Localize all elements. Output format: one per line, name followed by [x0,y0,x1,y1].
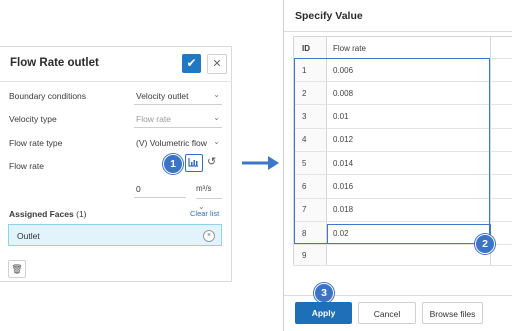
specify-value-dialog: Specify Value ID Flow rate 1 0.006 2 0.0… [283,0,512,331]
boundary-conditions-select[interactable]: Velocity outlet ⌄ [136,90,220,101]
flow-rate-type-label: Flow rate type [9,138,63,148]
boundary-condition-panel: Flow Rate outlet ✔ ✕ Boundary conditions… [0,46,232,282]
grid-line [293,265,512,266]
select-underline [134,127,222,128]
trash-icon: 🗑 [11,264,23,274]
flow-rate-label: Flow rate [9,161,44,171]
reset-icon[interactable]: ↺ [207,155,216,168]
velocity-type-value: Flow rate [136,114,171,124]
column-header-id: ID [302,44,310,53]
assigned-faces-count: (1) [76,209,87,219]
clear-list-link[interactable]: Clear list [190,209,219,218]
callout-3: 3 [314,283,334,303]
callout-2: 2 [475,234,495,254]
chevron-down-icon: ⌄ [213,90,220,99]
table-value-button[interactable] [185,154,203,172]
panel-divider [0,81,232,82]
remove-face-icon[interactable]: × [203,230,215,242]
table-icon [188,158,198,167]
select-underline [134,104,222,105]
velocity-type-select[interactable]: Flow rate ⌄ [136,113,220,124]
velocity-type-label: Velocity type [9,114,57,124]
boundary-conditions-value: Velocity outlet [136,91,189,101]
delete-button[interactable]: 🗑 [8,260,26,278]
check-icon: ✔ [186,56,197,70]
cancel-button[interactable]: Cancel [358,302,416,324]
assigned-face-item[interactable]: Outlet × [8,224,222,246]
flow-rate-type-select[interactable]: (V) Volumetric flow ⌄ [136,137,220,148]
flow-rate-unit-select[interactable]: m³/s ⌄ [196,180,222,211]
chevron-down-icon: ⌄ [213,137,220,146]
flow-rate-type-value: (V) Volumetric flow [136,138,207,148]
close-icon: ✕ [212,58,222,70]
apply-button[interactable]: Apply [295,302,352,324]
column-header-flow-rate: Flow rate [333,44,366,53]
chevron-down-icon: ⌄ [213,113,220,122]
value-table: ID Flow rate 1 0.006 2 0.008 3 0.01 4 0.… [293,36,512,266]
dialog-divider [284,31,512,32]
confirm-button[interactable]: ✔ [182,54,201,73]
callout-1: 1 [163,154,183,174]
assigned-face-label: Outlet [17,231,40,241]
selection-outline [294,58,490,244]
close-button[interactable]: ✕ [207,54,227,74]
flow-rate-input[interactable]: 0 [134,180,186,198]
boundary-conditions-label: Boundary conditions [9,91,87,101]
assigned-faces-heading: Assigned Faces (1) [9,209,87,219]
row-id-cell[interactable]: 9 [302,251,306,260]
assigned-faces-label: Assigned Faces [9,209,74,219]
flow-rate-unit: m³/s [196,184,212,193]
browse-files-button[interactable]: Browse files [422,302,483,324]
panel-title: Flow Rate outlet [10,57,99,69]
arrow-right-icon [242,156,279,170]
dialog-title: Specify Value [295,10,363,22]
